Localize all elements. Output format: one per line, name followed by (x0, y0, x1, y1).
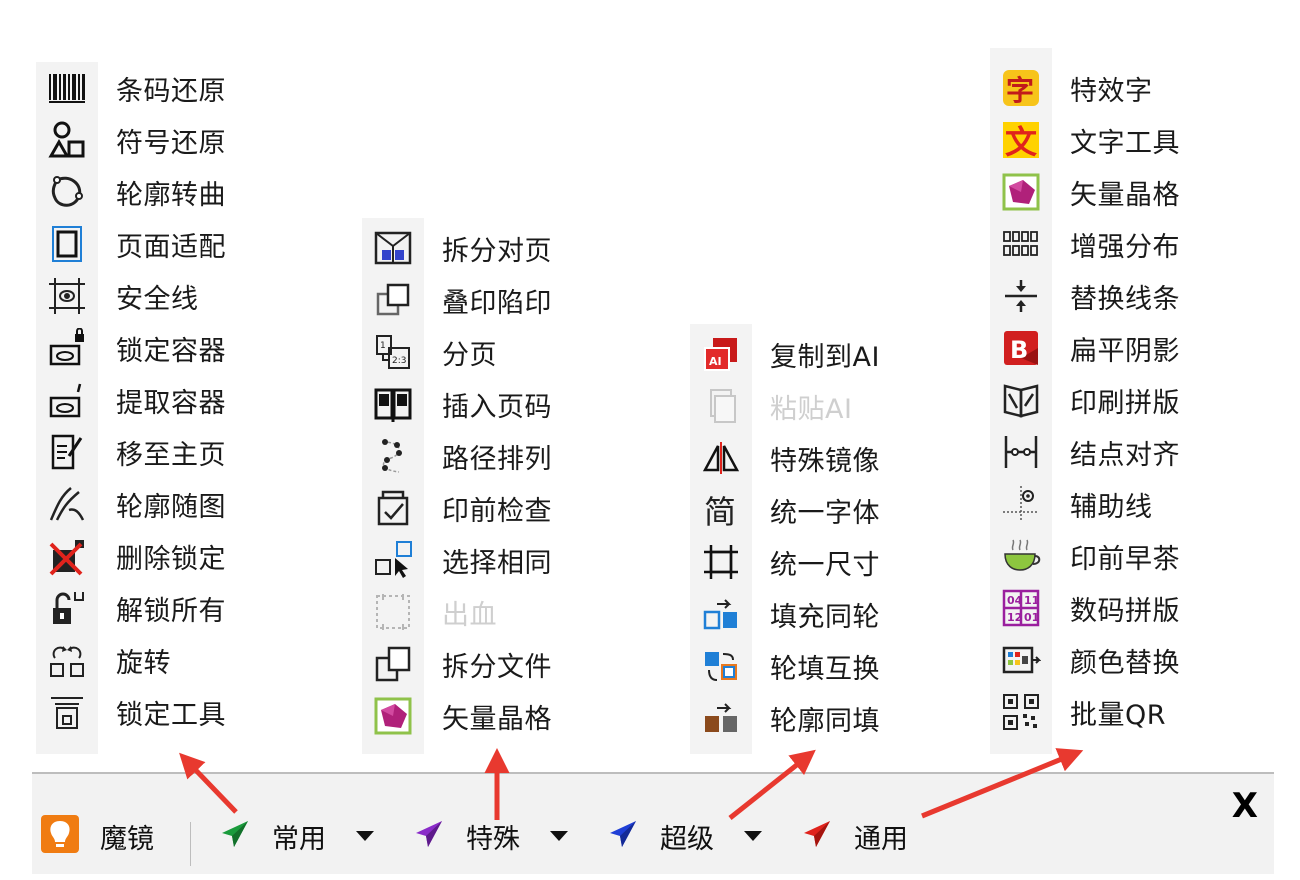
annotation-arrows (179, 748, 1084, 820)
arrow-to-super-menu (728, 749, 816, 820)
arrow-to-general-menu (921, 748, 1084, 819)
arrow-to-common-menu (179, 752, 238, 814)
